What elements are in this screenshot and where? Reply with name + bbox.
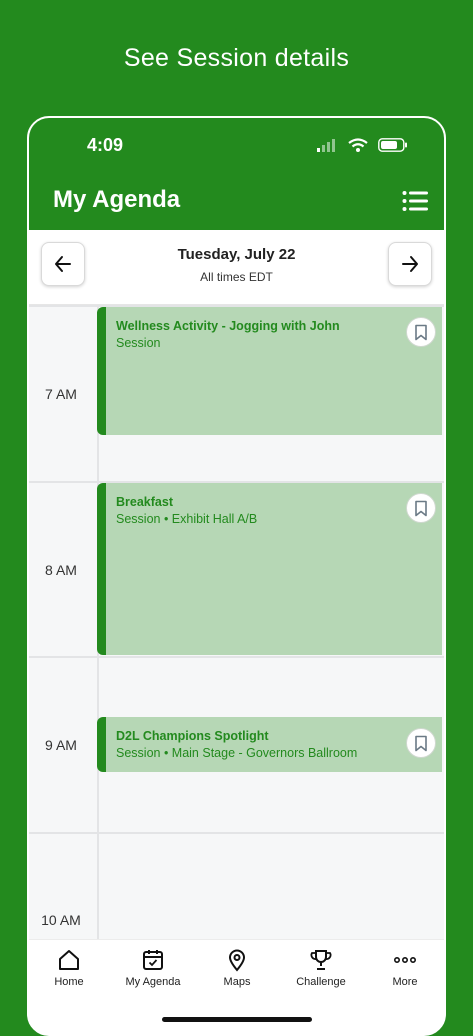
status-icons [311,136,408,154]
phone-frame: 4:09 My Agenda Tuesday, July 22 All time… [27,116,446,1036]
next-day-button[interactable] [388,242,432,286]
event-subtitle: Session • Exhibit Hall A/B [116,512,258,526]
tab-label: My Agenda [125,976,181,988]
tab-maps[interactable]: Maps [197,948,277,988]
page-title: My Agenda [53,186,181,213]
timezone-note: All times EDT [200,270,273,284]
bookmark-button[interactable] [406,728,436,758]
hour-label: 10 AM [41,912,81,928]
event-title: Breakfast [116,495,173,509]
map-pin-icon [228,949,246,972]
bookmark-icon [415,500,427,516]
event-subtitle: Session • Main Stage - Governors Ballroo… [116,746,358,760]
event-title: D2L Champions Spotlight [116,729,269,743]
event-card[interactable]: Wellness Activity - Jogging with John Se… [97,307,442,435]
event-subtitle: Session [116,336,161,350]
hour-label: 7 AM [45,386,77,402]
app-header: 4:09 My Agenda [29,118,444,230]
tab-label: Maps [223,976,251,988]
event-card[interactable]: Breakfast Session • Exhibit Hall A/B [97,483,442,655]
calendar-check-icon [143,950,163,970]
tab-label: Challenge [296,976,346,988]
bookmark-button[interactable] [406,493,436,523]
agenda-timeline[interactable]: 7 AM 8 AM 9 AM 10 AM Wellness Activity -… [29,305,444,945]
tab-my-agenda[interactable]: My Agenda [113,948,193,988]
tab-label: Home [54,976,84,988]
bookmark-button[interactable] [406,317,436,347]
status-time: 4:09 [87,135,124,155]
date-navigator: Tuesday, July 22 All times EDT [29,230,444,305]
hour-divider [29,832,444,834]
home-indicator [161,1017,312,1022]
bookmark-icon [415,735,427,751]
bottom-tab-bar: Home My Agenda Maps Challenge More [29,939,444,1034]
bookmark-icon [415,324,427,340]
hour-label: 8 AM [45,562,77,578]
list-view-icon[interactable] [402,190,428,212]
event-card[interactable]: D2L Champions Spotlight Session • Main S… [97,717,442,772]
more-dots-icon [393,957,416,964]
hour-divider [29,656,444,658]
wifi-icon [347,138,368,152]
tab-challenge[interactable]: Challenge [281,948,361,988]
current-date: Tuesday, July 22 [177,246,296,263]
hour-label: 9 AM [45,737,77,753]
arrow-right-icon [402,256,418,272]
event-title: Wellness Activity - Jogging with John [116,319,340,333]
signal-icon [317,138,336,152]
tab-home[interactable]: Home [29,948,109,988]
promo-headline: See Session details [123,44,350,72]
tab-more[interactable]: More [365,948,444,988]
tab-label: More [392,976,418,988]
home-icon [59,950,79,970]
trophy-icon [310,950,332,970]
battery-icon [378,137,407,152]
